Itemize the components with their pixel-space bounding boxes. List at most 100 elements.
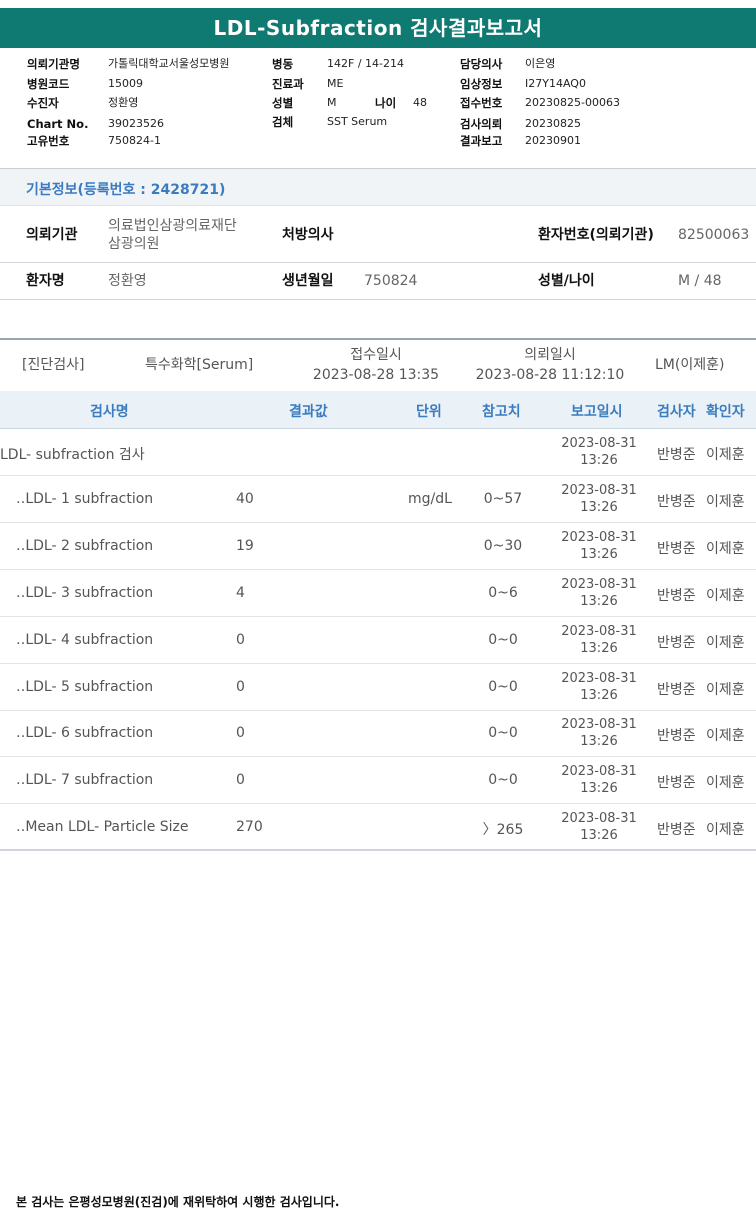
tester-name: 반병준	[657, 822, 696, 838]
report-date: 2023-08-31	[561, 811, 637, 826]
table-row: ‥LDL- 1 subfraction 40 mg/dL 0~57 2023-0…	[0, 476, 756, 523]
report-date-label: 결과보고	[460, 134, 503, 148]
lm-value: LM(이제훈)	[655, 357, 725, 373]
hospital-code-value: 15009	[108, 77, 143, 90]
report-date: 2023-08-31	[561, 436, 637, 451]
test-name: ‥LDL- 7 subfraction	[16, 772, 154, 788]
unique-no-label: 고유번호	[27, 134, 70, 148]
exam-info-top-line	[0, 338, 756, 340]
report-datetime: 2023-08-31 13:26	[556, 716, 642, 750]
sex-age-label: 성별/나이	[538, 273, 595, 289]
table-row: LDL- subfraction 검사 2023-08-31 13:26 반병준 …	[0, 429, 756, 476]
table-row: ‥LDL- 2 subfraction 19 0~30 2023-08-31 13…	[0, 523, 756, 570]
result-value: 270	[236, 819, 263, 835]
specimen-label: 검체	[272, 115, 294, 129]
specimen-value: SST Serum	[327, 115, 388, 128]
report-time: 13:26	[580, 688, 618, 703]
unique-no-value: 750824-1	[108, 134, 161, 147]
report-datetime: 2023-08-31 13:26	[556, 670, 642, 704]
ward-value: 142F / 14-214	[327, 57, 404, 70]
confirmer-name: 이제훈	[706, 822, 745, 838]
reference-value: 0~30	[483, 538, 523, 554]
report-time: 13:26	[580, 594, 618, 609]
reference-value: 0~57	[483, 491, 523, 507]
result-value: 4	[236, 585, 245, 601]
tester-name: 반병준	[657, 447, 696, 463]
clinical-info-label: 임상정보	[460, 77, 503, 91]
institution-line1: 의료법인삼광의료재단	[108, 218, 237, 234]
confirmer-name: 이제훈	[706, 775, 745, 791]
report-datetime: 2023-08-31 13:26	[556, 576, 642, 610]
test-name: ‥LDL- 1 subfraction	[16, 491, 154, 507]
footer-note: 본 검사는 은평성모병원(진검)에 재위탁하여 시행한 검사입니다.	[16, 1195, 340, 1209]
report-time: 13:26	[580, 828, 618, 843]
th-result: 결과값	[289, 404, 328, 420]
receipt-no-value: 20230825-00063	[525, 96, 620, 109]
department-label: 진료과	[272, 77, 304, 91]
institution-line2: 삼광의원	[108, 236, 160, 252]
confirmer-name: 이제훈	[706, 588, 745, 604]
result-value: 0	[236, 725, 245, 741]
received-label: 접수일시	[350, 347, 402, 363]
reference-value: 0~0	[488, 679, 518, 695]
institution-name-label: 의뢰기관명	[27, 57, 80, 71]
report-time: 13:26	[580, 547, 618, 562]
tester-name: 반병준	[657, 635, 696, 651]
confirmer-name: 이제훈	[706, 682, 745, 698]
patient-no-label: 환자번호(의뢰기관)	[538, 227, 654, 243]
birth-value: 750824	[364, 273, 418, 289]
received-value: 2023-08-28 13:35	[312, 367, 440, 383]
report-date-value: 20230901	[525, 134, 581, 147]
patient-no-value: 82500063	[678, 227, 750, 243]
confirmer-name: 이제훈	[706, 447, 745, 463]
unit-value: mg/dL	[408, 491, 452, 507]
report-date: 2023-08-31	[561, 764, 637, 779]
tester-name: 반병준	[657, 494, 696, 510]
exam-specimen: 특수화학[Serum]	[145, 357, 254, 373]
report-time: 13:26	[580, 500, 618, 515]
tester-name: 반병준	[657, 775, 696, 791]
result-value: 19	[236, 538, 254, 554]
table-row: ‥Mean LDL- Particle Size 270 〉265 2023-0…	[0, 804, 756, 851]
report-datetime: 2023-08-31 13:26	[556, 623, 642, 657]
report-time: 13:26	[580, 641, 618, 656]
institution-label: 의뢰기관	[26, 227, 78, 243]
department-value: ME	[327, 77, 344, 90]
receipt-no-label: 접수번호	[460, 96, 503, 110]
test-name: ‥LDL- 4 subfraction	[16, 632, 154, 648]
report-time: 13:26	[580, 781, 618, 796]
table-row: ‥LDL- 6 subfraction 0 0~0 2023-08-31 13:2…	[0, 710, 756, 757]
reference-value: 0~0	[488, 725, 518, 741]
table-row: ‥LDL- 7 subfraction 0 0~0 2023-08-31 13:2…	[0, 757, 756, 804]
table-row: ‥LDL- 3 subfraction 4 0~6 2023-08-31 13:2…	[0, 570, 756, 617]
doctor-value: 이은영	[525, 57, 556, 70]
birth-label: 생년월일	[282, 273, 334, 289]
sex-age-value: M / 48	[678, 273, 722, 289]
test-name: ‥LDL- 3 subfraction	[16, 585, 154, 601]
test-name: ‥LDL- 6 subfraction	[16, 725, 154, 741]
results-table-header: 검사명 결과값 단위 참고치 보고일시 검사자 확인자	[0, 391, 756, 429]
patient-name-value: 정환영	[108, 273, 147, 289]
basic-info-bottom-line	[0, 299, 756, 300]
ward-label: 병동	[272, 57, 294, 71]
report-title: LDL-Subfraction 검사결과보고서	[0, 8, 756, 48]
th-unit: 단위	[416, 404, 442, 420]
test-name: ‥Mean LDL- Particle Size	[16, 819, 189, 835]
request-date-label: 검사의뢰	[460, 117, 503, 131]
patient-value: 정환영	[108, 96, 139, 109]
reference-value: 0~0	[488, 772, 518, 788]
hospital-code-label: 병원코드	[27, 77, 70, 91]
confirmer-name: 이제훈	[706, 541, 745, 557]
report-datetime: 2023-08-31 13:26	[556, 435, 642, 469]
result-value: 40	[236, 491, 254, 507]
result-value: 0	[236, 632, 245, 648]
tester-name: 반병준	[657, 682, 696, 698]
request-date-value: 20230825	[525, 117, 581, 130]
chart-no-label: Chart No.	[27, 117, 89, 131]
table-row: ‥LDL- 4 subfraction 0 0~0 2023-08-31 13:2…	[0, 617, 756, 664]
report-time: 13:26	[580, 734, 618, 749]
institution-name-value: 가톨릭대학교서울성모병원	[108, 57, 230, 70]
test-name: ‥LDL- 5 subfraction	[16, 679, 154, 695]
prescriber-label: 처방의사	[282, 227, 334, 243]
tester-name: 반병준	[657, 588, 696, 604]
